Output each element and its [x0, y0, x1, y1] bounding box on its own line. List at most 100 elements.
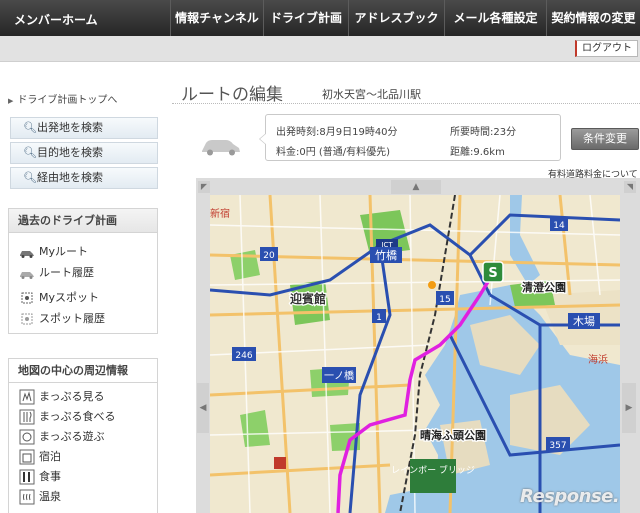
- route-history-label: ルート履歴: [39, 266, 94, 279]
- nav-contract-change[interactable]: 契約情報の変更: [546, 0, 640, 36]
- route-distance: 距離:9.6km: [450, 147, 505, 158]
- hot-spring-link[interactable]: 温泉: [9, 487, 157, 507]
- car-icon: [202, 140, 240, 156]
- past-plans-title: 過去のドライブ計画: [9, 209, 157, 233]
- departure-time: 出発時刻:8月9日19時40分: [276, 127, 398, 138]
- sightseeing-icon: [19, 389, 35, 405]
- route-number: 1: [376, 313, 382, 323]
- route-map[interactable]: S 20 246 14 15 1 357 JCT 竹橋 迎賓館 清澄公園 木場 …: [210, 195, 620, 513]
- nav-drive-plan[interactable]: ドライブ計画: [263, 0, 348, 36]
- search-icon: 🔍︎: [23, 171, 37, 184]
- car-history-icon: [20, 272, 34, 279]
- park-area: [240, 410, 270, 447]
- triangle-right-icon: ▶: [8, 97, 14, 105]
- route-shield-15: 15: [436, 291, 454, 305]
- mapple-play-link[interactable]: まっぷる遊ぶ: [9, 427, 157, 447]
- route-shield-357: 357: [546, 437, 570, 451]
- pan-up-button[interactable]: ▲: [391, 180, 441, 194]
- watermark-logo: Response.: [520, 486, 620, 507]
- hotel-icon: [19, 449, 35, 465]
- route-number: 357: [549, 441, 566, 451]
- label-geihinkan: 迎賓館: [290, 291, 326, 306]
- poi-icon[interactable]: [274, 457, 286, 469]
- route-number: 15: [439, 295, 450, 305]
- pan-right-button[interactable]: ▶: [622, 383, 636, 433]
- breadcrumb[interactable]: ▶ ドライブ計画トップへ: [8, 91, 117, 106]
- sub-bar: ログアウト: [0, 36, 640, 62]
- route-number: 246: [235, 351, 252, 361]
- mapple-play-label: まっぷる遊ぶ: [39, 430, 105, 443]
- change-conditions-button[interactable]: 条件変更: [571, 128, 639, 150]
- search-icon: 🔍︎: [23, 121, 37, 134]
- route-shield-20: 20: [260, 247, 278, 261]
- mapple-see-link[interactable]: まっぷる見る: [9, 387, 157, 407]
- pan-up-right-button[interactable]: ◥: [624, 181, 636, 193]
- route-shield-1: 1: [372, 309, 386, 323]
- hot-spring-label: 温泉: [39, 490, 61, 503]
- nearby-panel: 地図の中心の周辺情報 まっぷる見る まっぷる食べる まっぷる遊ぶ 宿泊 食事 温…: [8, 358, 158, 513]
- route-history-link[interactable]: ルート履歴: [9, 262, 157, 283]
- top-nav: メンバーホーム 情報チャンネル ドライブ計画 アドレスブック メール各種設定 契…: [0, 0, 640, 36]
- label-harumi-park: 晴海ふ頭公園: [420, 428, 486, 442]
- nearby-title: 地図の中心の周辺情報: [9, 359, 157, 383]
- label-kiyosumi-park: 清澄公園: [522, 280, 566, 294]
- arrow-left-icon: ◀: [199, 403, 207, 413]
- my-route-label: Myルート: [39, 245, 89, 258]
- arrow-right-icon: ▶: [625, 403, 633, 413]
- route-shield-246: 246: [232, 347, 256, 361]
- nav-info-channel[interactable]: 情報チャンネル: [170, 0, 263, 36]
- my-route-link[interactable]: Myルート: [9, 241, 157, 262]
- arrow-up-left-icon: ◤: [200, 182, 208, 191]
- toll-fee: 料金:0円 (普通/有料優先): [276, 147, 391, 158]
- nav-address-book[interactable]: アドレスブック: [348, 0, 444, 36]
- title-divider: [172, 103, 640, 104]
- logout-button[interactable]: ログアウト: [575, 40, 638, 57]
- poi-icon[interactable]: [428, 281, 436, 289]
- route-name: 初水天宮〜北品川駅: [322, 88, 421, 101]
- start-marker-label: S: [488, 266, 497, 281]
- label-shinjuku: 新宿: [210, 207, 230, 220]
- member-home-link[interactable]: メンバーホーム: [14, 11, 98, 28]
- spot-history-label: スポット履歴: [39, 312, 105, 325]
- mapple-eat-link[interactable]: まっぷる食べる: [9, 407, 157, 427]
- route-info-box: 出発時刻:8月9日19時40分 所要時間:23分 料金:0円 (普通/有料優先)…: [259, 114, 561, 161]
- nav-mail-settings[interactable]: メール各種設定: [444, 0, 546, 36]
- search-icon: 🔍︎: [23, 146, 37, 159]
- dining-label: 食事: [39, 470, 61, 483]
- arrow-up-right-icon: ◥: [626, 182, 634, 191]
- spot-history-icon: [21, 313, 33, 325]
- search-destination-label: 目的地を検索: [37, 146, 103, 159]
- my-spot-label: Myスポット: [39, 291, 100, 304]
- page-title: ルートの編集: [181, 85, 283, 105]
- spot-history-link[interactable]: スポット履歴: [9, 308, 157, 329]
- label-ichinohashi: 一ノ橋: [324, 369, 354, 382]
- label-rainbow-bridge: レインボー ブリッジ: [391, 464, 475, 476]
- route-shield-14: 14: [550, 217, 568, 231]
- past-plans-panel: 過去のドライブ計画 Myルート ルート履歴 Myスポット スポット履歴: [8, 208, 158, 334]
- leisure-icon: [19, 429, 35, 445]
- pan-up-left-button[interactable]: ◤: [198, 181, 210, 193]
- route-number: 20: [263, 251, 275, 261]
- map-canvas[interactable]: S 20 246 14 15 1 357 JCT 竹橋 迎賓館 清澄公園 木場 …: [210, 195, 620, 513]
- search-waypoint-button[interactable]: 🔍︎経由地を検索: [10, 167, 158, 189]
- mapple-eat-label: まっぷる食べる: [39, 410, 116, 423]
- label-kaihin: 海浜: [588, 353, 608, 366]
- rainbow-bridge-badge: [410, 459, 456, 493]
- lodging-label: 宿泊: [39, 450, 61, 463]
- arrow-up-icon: ▲: [412, 182, 420, 192]
- lodging-link[interactable]: 宿泊: [9, 447, 157, 467]
- travel-duration: 所要時間:23分: [450, 127, 517, 138]
- car-icon: [20, 251, 34, 258]
- search-destination-button[interactable]: 🔍︎目的地を検索: [10, 142, 158, 164]
- dining-link[interactable]: 食事: [9, 467, 157, 487]
- food-icon: [19, 409, 35, 425]
- hot-spring-icon: [19, 489, 35, 505]
- pan-left-button[interactable]: ◀: [197, 383, 209, 433]
- river-water: [510, 195, 540, 285]
- my-spot-link[interactable]: Myスポット: [9, 287, 157, 308]
- spot-icon: [21, 292, 33, 304]
- search-origin-button[interactable]: 🔍︎出発地を検索: [10, 117, 158, 139]
- mapple-see-label: まっぷる見る: [39, 390, 105, 403]
- cutlery-icon: [19, 469, 35, 485]
- label-takebashi: 竹橋: [375, 248, 397, 262]
